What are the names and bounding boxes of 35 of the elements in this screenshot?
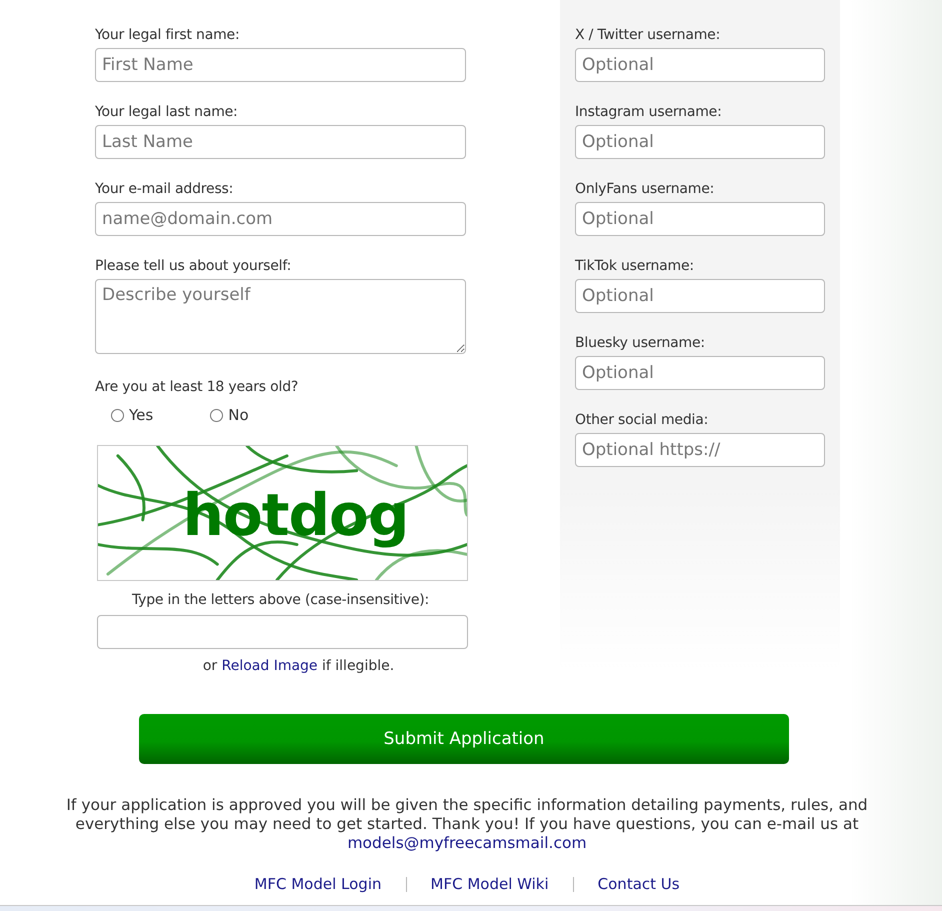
- input-field[interactable]: Optional https://: [575, 433, 825, 467]
- footer-link[interactable]: Contact Us: [598, 875, 680, 893]
- notice-text: If your application is approved you will be given the specific information detailing payments, rules, and everything else you may need to get started. Thank you! If you have questions, you can e-mail us at models@myfreecamsmail.com: [65, 796, 869, 853]
- input-field[interactable]: Optional: [575, 356, 825, 390]
- input-field[interactable]: First Name: [95, 48, 466, 82]
- field-label: Your legal first name:: [95, 26, 240, 44]
- field-label: Your e-mail address:: [95, 180, 234, 198]
- field-label: Please tell us about yourself:: [95, 257, 292, 275]
- input-field[interactable]: Optional: [575, 279, 825, 313]
- field-label: Bluesky username:: [575, 334, 706, 352]
- radio-button[interactable]: [111, 408, 124, 422]
- field-label: Other social media:: [575, 411, 710, 429]
- reload-note: or Reload Image if illegible.: [202, 657, 396, 675]
- reload-image-link[interactable]: Reload Image: [222, 658, 318, 674]
- captcha-input-field[interactable]: [97, 615, 468, 649]
- submit-button[interactable]: Submit Application: [139, 714, 789, 764]
- field-label: X / Twitter username:: [575, 26, 722, 44]
- text-area[interactable]: Describe yourself: [95, 279, 466, 354]
- footer-link[interactable]: MFC Model Login: [254, 875, 382, 893]
- question-label: Are you at least 18 years old?: [95, 378, 300, 396]
- input-field[interactable]: Optional: [575, 125, 825, 159]
- radio-label: Yes: [129, 406, 154, 424]
- input-field[interactable]: name@domain.com: [95, 202, 466, 236]
- captcha-prompt: Type in the letters above (case-insensitive):: [130, 591, 430, 609]
- field-label: TikTok username:: [575, 257, 695, 275]
- radio-label: No: [228, 406, 249, 424]
- input-field[interactable]: Last Name: [95, 125, 466, 159]
- footer-link[interactable]: MFC Model Wiki: [430, 875, 549, 893]
- field-label: Instagram username:: [575, 103, 723, 121]
- input-field[interactable]: Optional: [575, 202, 825, 236]
- field-label: Your legal last name:: [95, 103, 239, 121]
- field-label: OnlyFans username:: [575, 180, 716, 198]
- email-link[interactable]: models@myfreecamsmail.com: [347, 834, 587, 852]
- radio-button[interactable]: [210, 408, 224, 422]
- input-field[interactable]: Optional: [575, 48, 825, 82]
